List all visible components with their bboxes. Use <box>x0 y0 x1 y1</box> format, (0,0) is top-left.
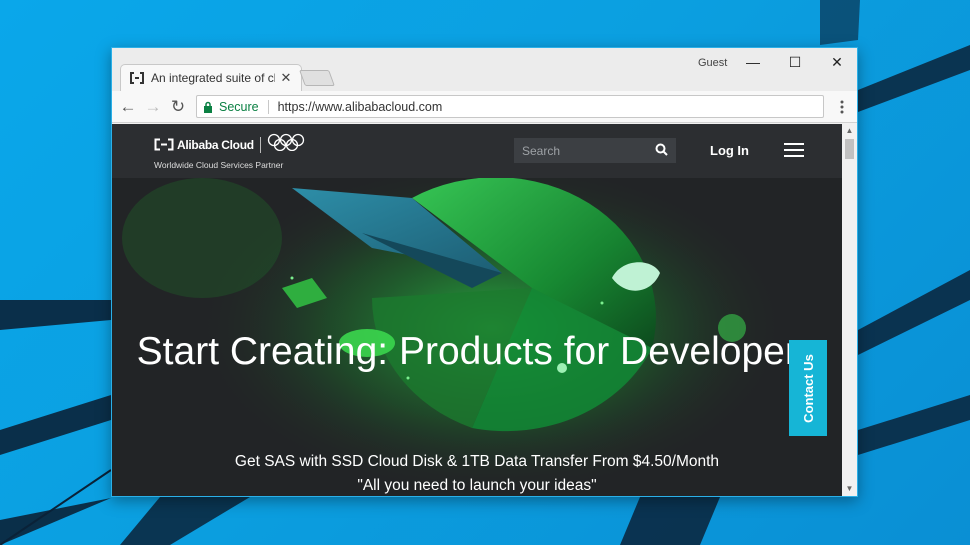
browser-toolbar: ← → ↻ Secure https://www.alibabacloud.co… <box>112 91 857 123</box>
close-window-button[interactable]: ✕ <box>816 50 858 74</box>
hamburger-menu-icon[interactable] <box>784 143 804 157</box>
hero-subtitle-line-1: Get SAS with SSD Cloud Disk & 1TB Data T… <box>234 453 720 470</box>
page-viewport: Alibaba Cloud Worldwide Cloud Services P… <box>112 124 842 496</box>
hero-title: Start Creating: Products for Developers <box>136 330 818 373</box>
address-bar[interactable]: Secure https://www.alibabacloud.com <box>196 95 824 118</box>
title-bar: An integrated suite of clo ✕ Guest — ☐ ✕ <box>112 48 857 91</box>
url-text[interactable]: https://www.alibabacloud.com <box>278 100 443 114</box>
new-tab-button[interactable] <box>299 70 335 86</box>
hero-subtitle: Get SAS with SSD Cloud Disk & 1TB Data T… <box>112 450 842 496</box>
scroll-down-arrow-icon[interactable]: ▼ <box>842 482 857 496</box>
contact-us-button[interactable]: Contact Us <box>789 340 827 436</box>
scroll-up-arrow-icon[interactable]: ▲ <box>842 124 857 138</box>
tab-close-icon[interactable]: ✕ <box>279 71 293 85</box>
lock-icon <box>203 101 213 113</box>
forward-arrow-icon[interactable]: → <box>142 96 164 118</box>
alibaba-cloud-logo[interactable]: Alibaba Cloud Worldwide Cloud Services P… <box>154 133 305 170</box>
tab-title: An integrated suite of clo <box>151 71 275 85</box>
logo-divider <box>259 136 261 153</box>
magnifier-icon[interactable] <box>655 143 668 159</box>
reload-icon[interactable]: ↻ <box>167 96 189 118</box>
alibaba-bracket-icon <box>154 138 174 151</box>
browser-menu-icon[interactable] <box>832 96 852 118</box>
search-placeholder: Search <box>522 143 561 158</box>
minimize-button[interactable]: — <box>732 50 774 74</box>
page-scrollbar[interactable]: ▲ ▼ <box>842 124 857 496</box>
back-arrow-icon[interactable]: ← <box>117 96 139 118</box>
site-search-input[interactable]: Search <box>514 138 676 163</box>
olympic-rings-icon <box>267 133 305 156</box>
secure-label: Secure <box>219 99 259 114</box>
hero-subtitle-line-2: "All you need to launch your ideas" <box>357 477 597 494</box>
scrollbar-thumb[interactable] <box>845 139 854 159</box>
browser-tab[interactable]: An integrated suite of clo ✕ <box>120 64 302 91</box>
alibaba-bracket-icon <box>129 72 145 84</box>
guest-profile-label[interactable]: Guest <box>698 57 727 69</box>
contact-us-label: Contact Us <box>800 353 816 423</box>
omnibox-divider <box>267 99 269 114</box>
browser-window: An integrated suite of clo ✕ Guest — ☐ ✕… <box>111 47 858 497</box>
hero-banner: Start Creating: Products for Developers … <box>112 178 842 496</box>
logo-tagline: Worldwide Cloud Services Partner <box>154 160 284 170</box>
maximize-button[interactable]: ☐ <box>774 50 816 74</box>
logo-text: Alibaba Cloud <box>177 137 254 152</box>
site-header: Alibaba Cloud Worldwide Cloud Services P… <box>112 124 842 178</box>
login-link[interactable]: Log In <box>710 143 749 158</box>
